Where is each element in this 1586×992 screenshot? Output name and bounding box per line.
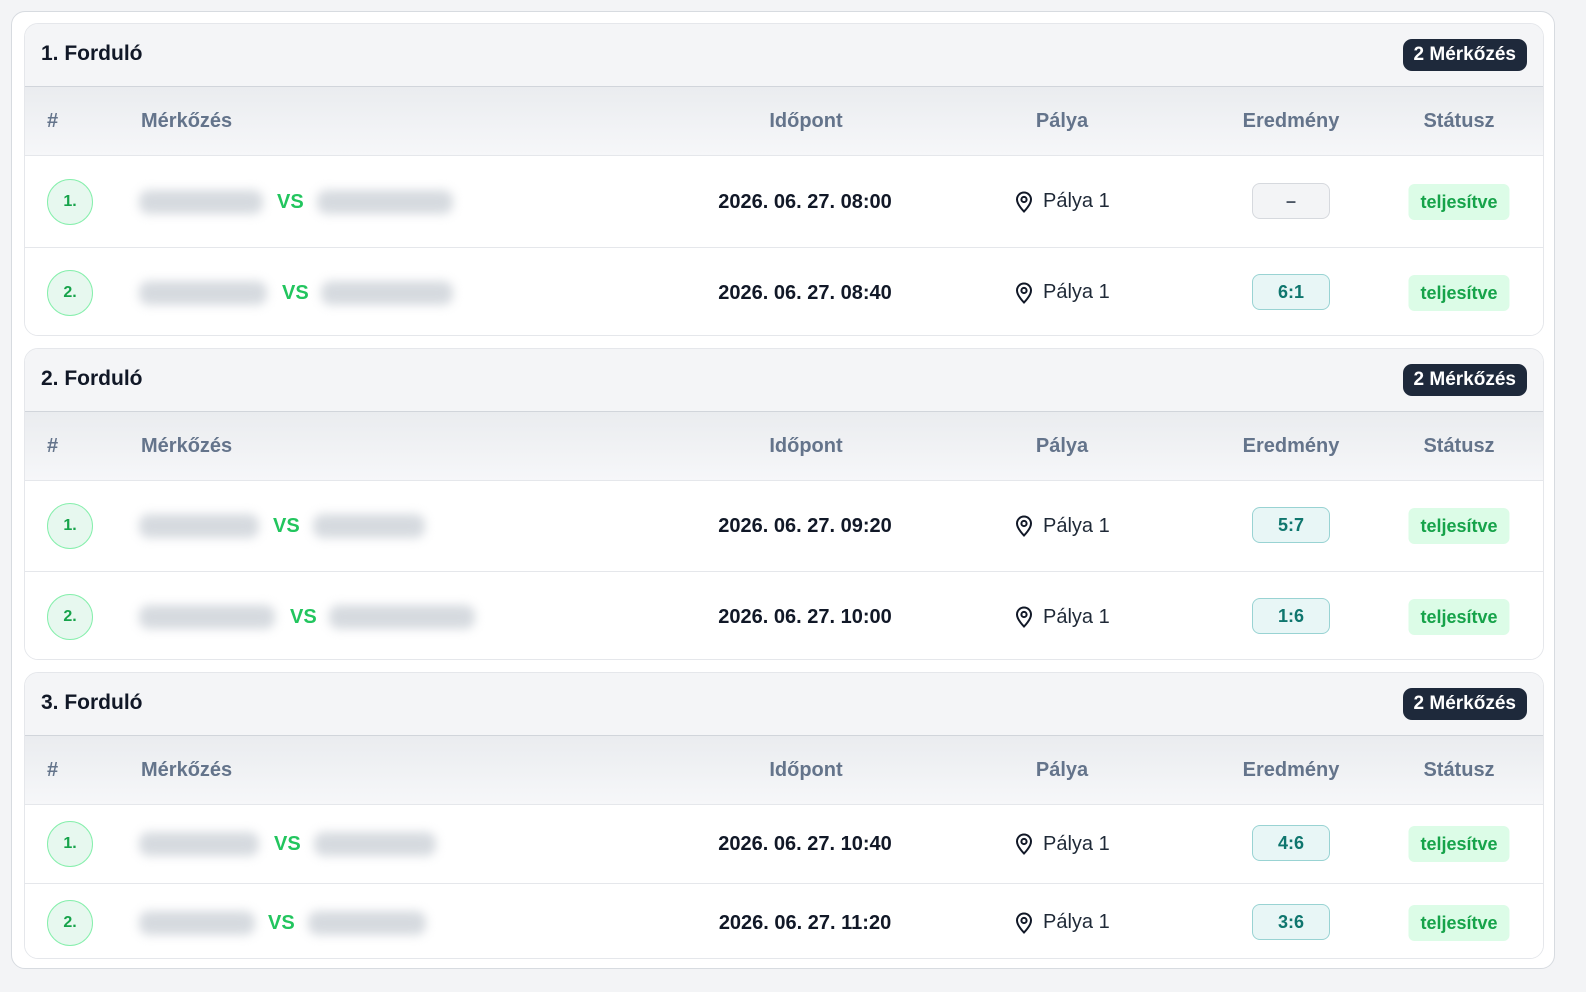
- header-num: #: [47, 759, 59, 781]
- map-pin-icon: [1015, 911, 1033, 934]
- vs-label: VS: [273, 515, 300, 537]
- match-number: 2.: [47, 269, 93, 316]
- match-number: 2.: [47, 899, 93, 946]
- round-header: 1. Forduló 2 Mérkőzés: [25, 24, 1543, 87]
- vs-label: VS: [274, 833, 301, 855]
- table-row[interactable]: 1. VS 2026. 06. 27. 10:40 Pálya 1 4:6 te…: [25, 805, 1543, 884]
- match-time: 2026. 06. 27. 10:00: [718, 606, 892, 628]
- header-match: Mérkőzés: [141, 759, 233, 781]
- result-badge: 5:7: [1252, 507, 1330, 543]
- venue: Pálya 1: [1015, 831, 1110, 857]
- vs-label: VS: [277, 190, 304, 213]
- header-match: Mérkőzés: [141, 110, 233, 132]
- match-number: 1.: [47, 178, 93, 225]
- match-time: 2026. 06. 27. 10:40: [718, 833, 892, 855]
- header-time: Időpont: [769, 435, 843, 457]
- status-badge: teljesítve: [1408, 826, 1510, 862]
- header-venue: Pálya: [1035, 759, 1089, 781]
- header-time: Időpont: [769, 759, 843, 781]
- venue-label: Pálya 1: [1043, 281, 1110, 303]
- match-time: 2026. 06. 27. 11:20: [718, 911, 892, 934]
- round-header: 3. Forduló 2 Mérkőzés: [25, 673, 1543, 736]
- result-badge: 4:6: [1252, 825, 1330, 861]
- home-team-name: [139, 605, 275, 629]
- home-team-name: [139, 514, 259, 538]
- map-pin-icon: [1015, 833, 1033, 855]
- map-pin-icon: [1015, 190, 1033, 213]
- away-team-name: [308, 910, 426, 935]
- header-venue: Pálya: [1035, 435, 1089, 457]
- home-team-name: [139, 189, 263, 214]
- venue: Pálya 1: [1015, 280, 1110, 306]
- header-status: Státusz: [1423, 759, 1495, 781]
- match-count-badge: 2 Mérkőzés: [1402, 39, 1527, 71]
- match-number: 1.: [47, 503, 93, 549]
- status-badge: teljesítve: [1408, 599, 1510, 635]
- result-badge: 1:6: [1252, 598, 1330, 634]
- away-team-name: [314, 832, 436, 856]
- match-time: 2026. 06. 27. 08:40: [718, 281, 892, 304]
- match-time: 2026. 06. 27. 08:00: [718, 190, 892, 213]
- venue: Pálya 1: [1015, 189, 1110, 215]
- header-result: Eredmény: [1242, 435, 1340, 457]
- home-team-name: [139, 280, 267, 305]
- header-result: Eredmény: [1242, 110, 1340, 132]
- header-num: #: [47, 110, 59, 132]
- venue-label: Pálya 1: [1043, 832, 1110, 855]
- table-row[interactable]: 1. VS 2026. 06. 27. 09:20 Pálya 1 5:7 te…: [25, 481, 1543, 572]
- away-team-name: [317, 189, 453, 214]
- match-count-badge: 2 Mérkőzés: [1402, 364, 1527, 396]
- result-badge: 6:1: [1252, 273, 1330, 310]
- status-badge: teljesítve: [1408, 274, 1510, 311]
- map-pin-icon: [1015, 606, 1033, 628]
- status-badge: teljesítve: [1408, 183, 1510, 220]
- table-row[interactable]: 2. VS 2026. 06. 27. 11:20 Pálya 1 3:6 te…: [25, 884, 1543, 958]
- round-card: 2. Forduló 2 Mérkőzés # Mérkőzés Időpont…: [24, 348, 1544, 660]
- venue: Pálya 1: [1015, 604, 1110, 630]
- match-number: 2.: [47, 594, 93, 640]
- away-team-name: [329, 605, 475, 629]
- status-badge: teljesítve: [1408, 904, 1510, 941]
- table-row[interactable]: 2. VS 2026. 06. 27. 10:00 Pálya 1 1:6 te…: [25, 572, 1543, 659]
- header-time: Időpont: [769, 110, 843, 132]
- map-pin-icon: [1015, 281, 1033, 304]
- table-header: # Mérkőzés Időpont Pálya Eredmény Státus…: [25, 87, 1543, 156]
- match-count-badge: 2 Mérkőzés: [1402, 688, 1527, 720]
- table-header: # Mérkőzés Időpont Pálya Eredmény Státus…: [25, 736, 1543, 805]
- round-header: 2. Forduló 2 Mérkőzés: [25, 349, 1543, 412]
- header-result: Eredmény: [1242, 759, 1340, 781]
- away-team-name: [313, 514, 425, 538]
- away-team-name: [321, 280, 453, 305]
- status-badge: teljesítve: [1408, 508, 1510, 544]
- result-badge: –: [1252, 182, 1330, 219]
- venue: Pálya 1: [1015, 910, 1110, 936]
- vs-label: VS: [268, 911, 295, 934]
- venue-label: Pálya 1: [1043, 514, 1110, 537]
- round-card: 3. Forduló 2 Mérkőzés # Mérkőzés Időpont…: [24, 672, 1544, 959]
- header-num: #: [47, 435, 59, 457]
- header-status: Státusz: [1423, 110, 1495, 132]
- header-venue: Pálya: [1035, 110, 1089, 132]
- round-title: 1. Forduló: [41, 42, 143, 65]
- header-status: Státusz: [1423, 435, 1495, 457]
- header-match: Mérkőzés: [141, 435, 233, 457]
- map-pin-icon: [1015, 515, 1033, 537]
- round-title: 2. Forduló: [41, 367, 143, 390]
- table-header: # Mérkőzés Időpont Pálya Eredmény Státus…: [25, 412, 1543, 481]
- home-team-name: [139, 910, 255, 935]
- match-number: 1.: [47, 821, 93, 867]
- venue-label: Pálya 1: [1043, 911, 1110, 933]
- result-badge: 3:6: [1252, 903, 1330, 940]
- table-row[interactable]: 2. VS 2026. 06. 27. 08:40 Pálya 1 6:1 te…: [25, 248, 1543, 335]
- vs-label: VS: [282, 281, 309, 304]
- vs-label: VS: [290, 606, 317, 628]
- table-row[interactable]: 1. VS 2026. 06. 27. 08:00 Pálya 1 – telj…: [25, 156, 1543, 248]
- match-time: 2026. 06. 27. 09:20: [718, 515, 892, 537]
- venue-label: Pálya 1: [1043, 605, 1110, 628]
- home-team-name: [139, 832, 259, 856]
- venue: Pálya 1: [1015, 513, 1110, 539]
- venue-label: Pálya 1: [1043, 190, 1110, 212]
- round-card: 1. Forduló 2 Mérkőzés # Mérkőzés Időpont…: [24, 23, 1544, 336]
- round-title: 3. Forduló: [41, 691, 143, 714]
